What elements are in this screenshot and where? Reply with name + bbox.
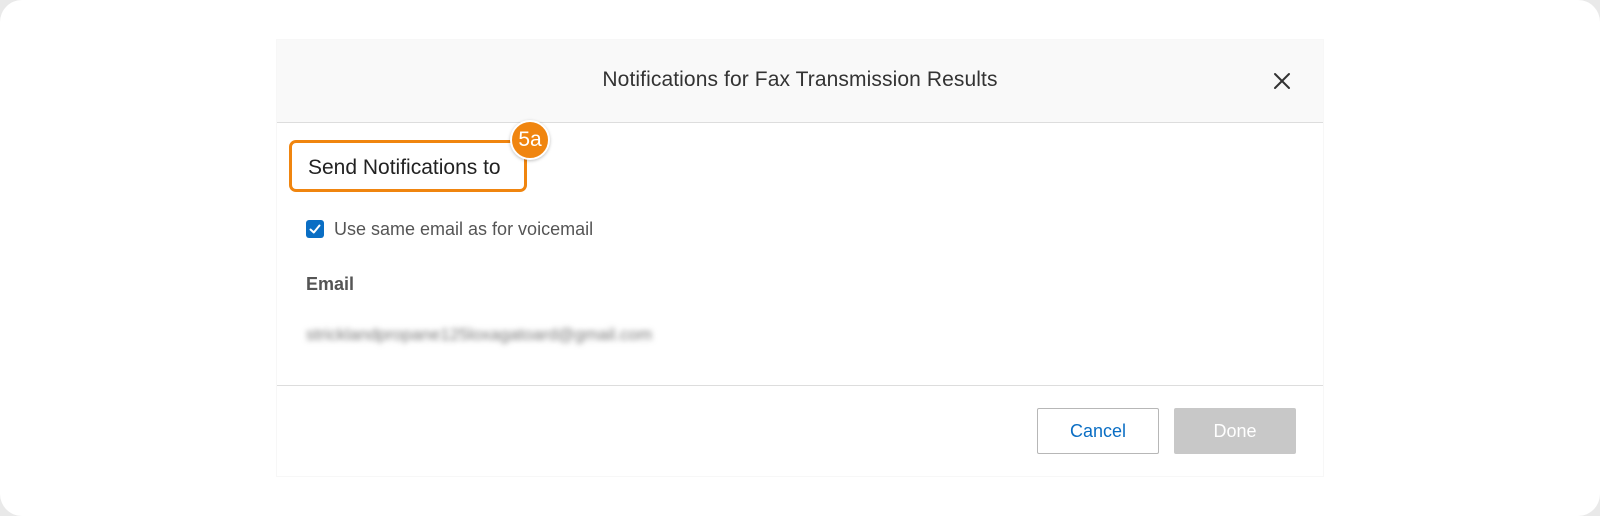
section-heading: Send Notifications to xyxy=(308,156,501,179)
close-button[interactable] xyxy=(1267,66,1297,96)
same-email-checkbox-label: Use same email as for voicemail xyxy=(334,218,594,239)
cancel-button[interactable]: Cancel xyxy=(1037,408,1159,454)
close-icon xyxy=(1274,73,1290,89)
dialog-footer: Cancel Done xyxy=(277,385,1323,477)
notifications-dialog: Notifications for Fax Transmission Resul… xyxy=(277,40,1323,476)
same-email-checkbox[interactable] xyxy=(306,220,324,238)
screenshot-frame: Notifications for Fax Transmission Resul… xyxy=(0,0,1600,516)
same-email-checkbox-row[interactable]: Use same email as for voicemail xyxy=(306,218,593,240)
dialog-title: Notifications for Fax Transmission Resul… xyxy=(602,68,998,91)
dialog-header: Notifications for Fax Transmission Resul… xyxy=(277,40,1323,123)
section-heading-highlight: Send Notifications to xyxy=(289,140,527,192)
email-value: stricklandpropane125loxagatoard@gmail.co… xyxy=(306,325,653,344)
step-badge: 5a xyxy=(510,120,550,160)
checkmark-icon xyxy=(309,224,321,234)
done-button[interactable]: Done xyxy=(1174,408,1296,454)
email-label: Email xyxy=(306,274,355,294)
